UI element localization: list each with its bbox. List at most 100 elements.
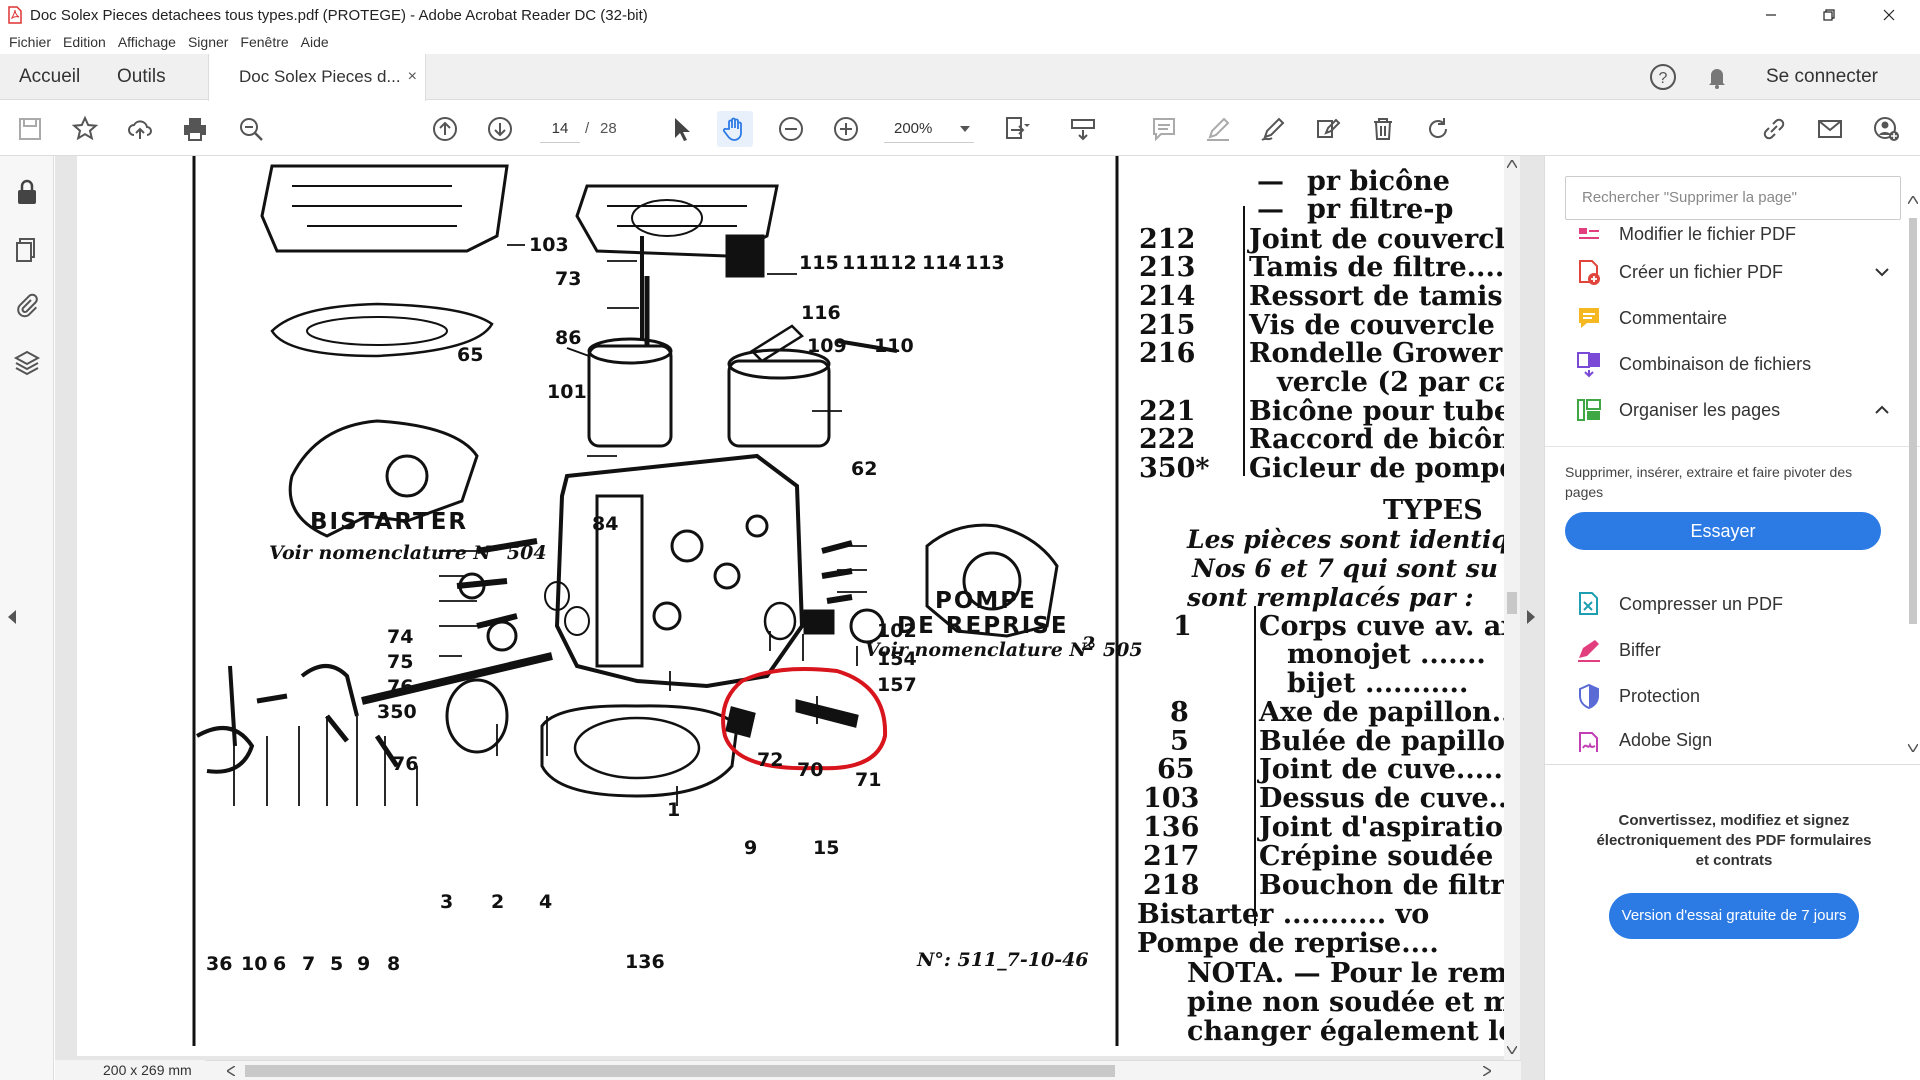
- menu-signer[interactable]: Signer: [188, 34, 228, 50]
- menu-affichage[interactable]: Affichage: [118, 34, 176, 50]
- scroll-right-arrow-icon[interactable]: [1483, 1066, 1491, 1076]
- current-page-input[interactable]: 14: [540, 115, 580, 143]
- attachment-paperclip-icon[interactable]: [13, 292, 41, 320]
- close-window-button[interactable]: [1860, 0, 1918, 30]
- select-tool-button[interactable]: [663, 111, 699, 147]
- collapse-left-arrow-icon[interactable]: [8, 610, 18, 624]
- document-viewer[interactable]: 103 115 111 112 114 113 73 116 86 65 109…: [55, 156, 1555, 1080]
- menu-fichier[interactable]: Fichier: [9, 34, 51, 50]
- free-trial-button[interactable]: Version d'essai gratuite de 7 jours: [1609, 893, 1859, 939]
- scroll-up-arrow-icon[interactable]: [1908, 196, 1918, 204]
- bookmark-star-button[interactable]: [67, 111, 103, 147]
- tools-panel: Rechercher "Supprimer la page" Modifier …: [1544, 156, 1920, 1080]
- part-number: 3: [440, 891, 453, 913]
- comment-button[interactable]: [1146, 111, 1182, 147]
- types-row-text: Corps cuve av. axe: [1259, 611, 1511, 642]
- part-number: 1: [667, 799, 680, 821]
- save-button[interactable]: [12, 111, 48, 147]
- notifications-bell-icon[interactable]: [1702, 62, 1732, 92]
- lock-icon[interactable]: [13, 178, 41, 206]
- delete-button[interactable]: [1365, 111, 1401, 147]
- part-number: 86: [555, 327, 581, 349]
- highlight-button[interactable]: [1200, 111, 1236, 147]
- table-row-num: 212: [1139, 224, 1195, 255]
- chevron-up-icon[interactable]: [1874, 402, 1890, 418]
- tab-document[interactable]: Doc Solex Pieces d... ×: [208, 54, 426, 101]
- expand-right-panel-arrow-icon[interactable]: [1527, 610, 1537, 624]
- tool-compresser[interactable]: Compresser un PDF: [1575, 584, 1783, 624]
- divider: [1545, 446, 1920, 447]
- tools-search-input[interactable]: Rechercher "Supprimer la page": [1565, 176, 1901, 220]
- types-line: Les pièces sont identiq: [1186, 525, 1509, 554]
- tool-commentaire[interactable]: Commentaire: [1575, 298, 1727, 338]
- part-number: 109: [807, 335, 847, 357]
- part-number: 4: [539, 891, 552, 913]
- scroll-left-arrow-icon[interactable]: [227, 1066, 235, 1076]
- edit-text-button[interactable]: [1310, 111, 1346, 147]
- page-separator: /: [585, 120, 590, 137]
- email-button[interactable]: [1812, 111, 1848, 147]
- part-number: 136: [625, 951, 665, 973]
- print-button[interactable]: [177, 111, 213, 147]
- fit-page-button[interactable]: [998, 111, 1034, 147]
- pen-draw-icon: [1261, 117, 1285, 141]
- promo-panel: Convertissez, modifiez et signez électro…: [1545, 764, 1920, 1080]
- rotate-icon: [1429, 118, 1448, 138]
- table-row-text: Joint de couvercle..: [1247, 224, 1511, 255]
- layers-icon[interactable]: [13, 348, 41, 376]
- tool-organiser-pages[interactable]: Organiser les pages: [1575, 390, 1780, 430]
- chevron-down-icon[interactable]: [1874, 264, 1890, 280]
- tool-adobe-sign[interactable]: Adobe Sign: [1575, 722, 1712, 752]
- zoom-out-button[interactable]: [773, 111, 809, 147]
- tab-accueil[interactable]: Accueil: [19, 54, 80, 100]
- hand-tool-button[interactable]: [717, 111, 753, 147]
- upload-button[interactable]: [122, 111, 158, 147]
- zoom-level-select[interactable]: 200%: [884, 115, 974, 143]
- vertical-scroll-thumb[interactable]: [1507, 592, 1517, 614]
- tool-protection[interactable]: Protection: [1575, 676, 1700, 716]
- tools-scroll-thumb[interactable]: [1909, 218, 1917, 624]
- scroll-up-arrow-icon[interactable]: [1507, 160, 1517, 168]
- types-row-num: 217: [1143, 841, 1199, 872]
- next-page-button[interactable]: [482, 111, 518, 147]
- part-number: 75: [387, 651, 413, 673]
- tool-creer-pdf[interactable]: Créer un fichier PDF: [1575, 252, 1783, 292]
- plus-circle-icon: [834, 117, 858, 141]
- tab-close-button[interactable]: ×: [408, 54, 417, 100]
- tool-modifier-pdf[interactable]: Modifier le fichier PDF: [1575, 220, 1796, 248]
- scroll-mode-button[interactable]: [1065, 111, 1101, 147]
- menu-fenetre[interactable]: Fenêtre: [240, 34, 288, 50]
- tab-bar: Accueil Outils Doc Solex Pieces d... × ?…: [0, 54, 1920, 101]
- tool-biffer[interactable]: Biffer: [1575, 630, 1661, 670]
- document-vertical-scrollbar[interactable]: [1504, 156, 1520, 1060]
- maximize-button[interactable]: [1800, 0, 1858, 30]
- pages-thumbnails-icon[interactable]: [13, 236, 41, 264]
- rotate-button[interactable]: [1420, 111, 1456, 147]
- help-icon[interactable]: ?: [1648, 62, 1678, 92]
- tab-outils[interactable]: Outils: [117, 54, 166, 100]
- main-toolbar: 14 / 28 200%: [0, 101, 1920, 156]
- sign-in-button[interactable]: Se connecter: [1766, 54, 1878, 100]
- horizontal-scroll-thumb[interactable]: [245, 1065, 1115, 1077]
- footer-line: Pompe de reprise....: [1137, 928, 1439, 959]
- minimize-button[interactable]: [1742, 0, 1800, 30]
- zoom-in-button[interactable]: [828, 111, 864, 147]
- table-row-text: Gicleur de pompe..: [1249, 453, 1511, 484]
- share-link-button[interactable]: [1756, 111, 1792, 147]
- menu-edition[interactable]: Edition: [63, 34, 106, 50]
- document-horizontal-scrollbar[interactable]: [55, 1060, 1521, 1080]
- add-user-button[interactable]: [1868, 111, 1904, 147]
- previous-page-button[interactable]: [427, 111, 463, 147]
- types-row-text: monojet .......: [1287, 639, 1486, 670]
- tools-panel-scrollbar[interactable]: [1905, 196, 1920, 752]
- draw-button[interactable]: [1255, 111, 1291, 147]
- tool-combinaison[interactable]: Combinaison de fichiers: [1575, 344, 1811, 384]
- try-button[interactable]: Essayer: [1565, 512, 1881, 550]
- scroll-down-arrow-icon[interactable]: [1908, 744, 1918, 752]
- types-row-num: 1: [1173, 611, 1192, 642]
- find-zoom-button[interactable]: [233, 111, 269, 147]
- menu-aide[interactable]: Aide: [301, 34, 329, 50]
- scroll-down-arrow-icon[interactable]: [1507, 1046, 1517, 1054]
- arrow-down-circle-icon: [488, 117, 512, 141]
- part-number: 73: [555, 268, 581, 290]
